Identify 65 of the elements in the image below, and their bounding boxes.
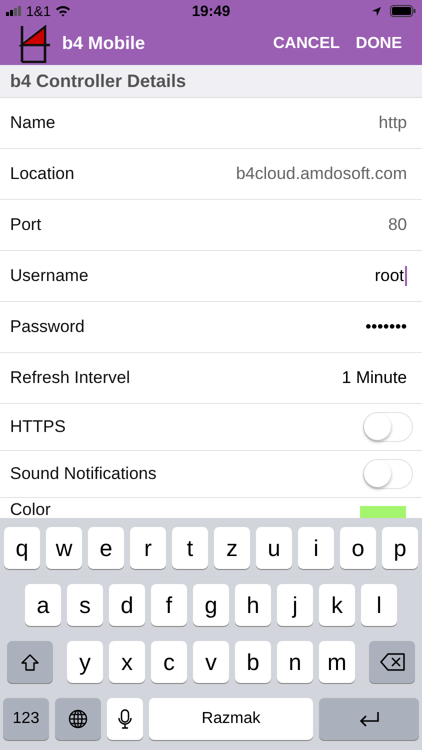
microphone-key[interactable] (107, 698, 143, 740)
field-label: Location (10, 164, 74, 184)
header-button[interactable]: CANCEL (271, 30, 342, 56)
field-value[interactable]: ••••••• (365, 317, 407, 337)
keyboard-key[interactable]: b (235, 641, 271, 683)
keyboard-key[interactable]: i (298, 527, 334, 569)
keyboard-key[interactable]: o (340, 527, 376, 569)
globe-key[interactable] (55, 698, 101, 740)
keyboard-key[interactable]: g (193, 584, 229, 626)
logo-icon (18, 24, 50, 62)
keyboard-key[interactable]: u (256, 527, 292, 569)
field-label: Password (10, 317, 85, 337)
keyboard-key[interactable]: z (214, 527, 250, 569)
field-label: Name (10, 113, 56, 133)
numbers-key[interactable]: 123 (3, 698, 49, 740)
clock: 19:49 (192, 2, 230, 20)
keyboard-key[interactable]: r (130, 527, 166, 569)
keyboard-key[interactable]: s (67, 584, 103, 626)
field-label: Color (10, 499, 51, 518)
header-button[interactable]: DONE (354, 30, 404, 56)
keyboard-key[interactable]: w (46, 527, 82, 569)
field-value[interactable]: http (378, 113, 407, 133)
keyboard-key[interactable]: n (277, 641, 313, 683)
toggle-switch[interactable] (363, 412, 413, 442)
carrier-name: 1&1 (26, 3, 51, 19)
keyboard-key[interactable]: c (151, 641, 187, 683)
keyboard-key[interactable]: h (235, 584, 271, 626)
shift-icon (20, 652, 40, 672)
globe-icon (68, 709, 88, 729)
keyboard-key[interactable]: d (109, 584, 145, 626)
wifi-icon (54, 5, 71, 17)
field-label: Sound Notifications (10, 464, 156, 484)
section-title: b4 Controller Details (10, 70, 186, 92)
keyboard-key[interactable]: e (88, 527, 124, 569)
signal-icon (6, 6, 22, 16)
field-label: Port (10, 215, 42, 235)
keyboard-key[interactable]: t (172, 527, 208, 569)
keyboard-key[interactable]: l (361, 584, 397, 626)
return-icon (358, 710, 380, 728)
keyboard-key[interactable]: k (319, 584, 355, 626)
keyboard-key[interactable]: v (193, 641, 229, 683)
field-value[interactable]: b4cloud.amdosoft.com (236, 164, 407, 184)
keyboard-key[interactable]: x (109, 641, 145, 683)
field-label: Username (10, 266, 88, 286)
shift-key[interactable] (7, 641, 53, 683)
field-label: Refresh Intervel (10, 368, 130, 388)
location-icon (371, 6, 382, 16)
field-value[interactable]: 1 Minute (342, 368, 407, 388)
keyboard-key[interactable]: j (277, 584, 313, 626)
space-key[interactable]: Razmak (149, 698, 313, 740)
backspace-icon (380, 652, 404, 672)
backspace-key[interactable] (369, 641, 415, 683)
field-label: HTTPS (10, 417, 66, 437)
keyboard-key[interactable]: q (4, 527, 40, 569)
toggle-switch[interactable] (363, 459, 413, 489)
microphone-icon (118, 709, 132, 729)
keyboard-key[interactable]: p (382, 527, 418, 569)
field-value[interactable]: root (374, 266, 407, 286)
keyboard-key[interactable]: f (151, 584, 187, 626)
keyboard-key[interactable]: y (67, 641, 103, 683)
field-value[interactable]: 80 (388, 215, 407, 235)
keyboard-key[interactable]: a (25, 584, 61, 626)
keyboard-key[interactable]: m (319, 641, 355, 683)
battery-icon (390, 5, 416, 17)
app-title: b4 Mobile (62, 33, 146, 54)
